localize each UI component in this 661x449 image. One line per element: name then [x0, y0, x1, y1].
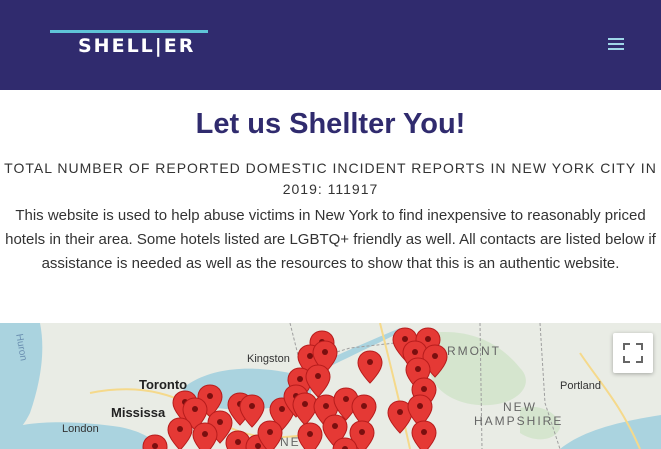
- logo-text: SHELL|ER: [78, 35, 196, 57]
- map-label-new-york: NE: [280, 435, 301, 449]
- map-label-london: London: [62, 423, 99, 435]
- map-marker: [192, 422, 218, 449]
- map-marker: [297, 422, 323, 449]
- map-label-mississauga: Mississa: [111, 405, 166, 420]
- site-logo[interactable]: SHELL|ER: [50, 30, 210, 60]
- map-label-new-hampshire-line1: NEW: [503, 400, 537, 414]
- map-label-vermont: RMONT: [447, 344, 501, 358]
- site-description: This website is used to help abuse victi…: [5, 207, 656, 272]
- map-label-portland: Portland: [560, 380, 601, 392]
- map-label-kingston: Kingston: [247, 353, 290, 365]
- page-title: Let us Shellter You!: [195, 108, 466, 140]
- incident-stats-text: TOTAL NUMBER OF REPORTED DOMESTIC INCIDE…: [4, 160, 657, 197]
- map-label-new-hampshire-line2: HAMPSHIRE: [474, 414, 564, 428]
- hotel-map[interactable]: Kingston Toronto Mississa London RMONT P…: [0, 323, 661, 449]
- map-label-toronto: Toronto: [139, 377, 188, 392]
- hamburger-menu-icon[interactable]: [608, 38, 626, 52]
- logo-accent-bar: [50, 30, 208, 33]
- top-navbar: SHELL|ER: [0, 0, 661, 90]
- fullscreen-icon[interactable]: [613, 333, 653, 373]
